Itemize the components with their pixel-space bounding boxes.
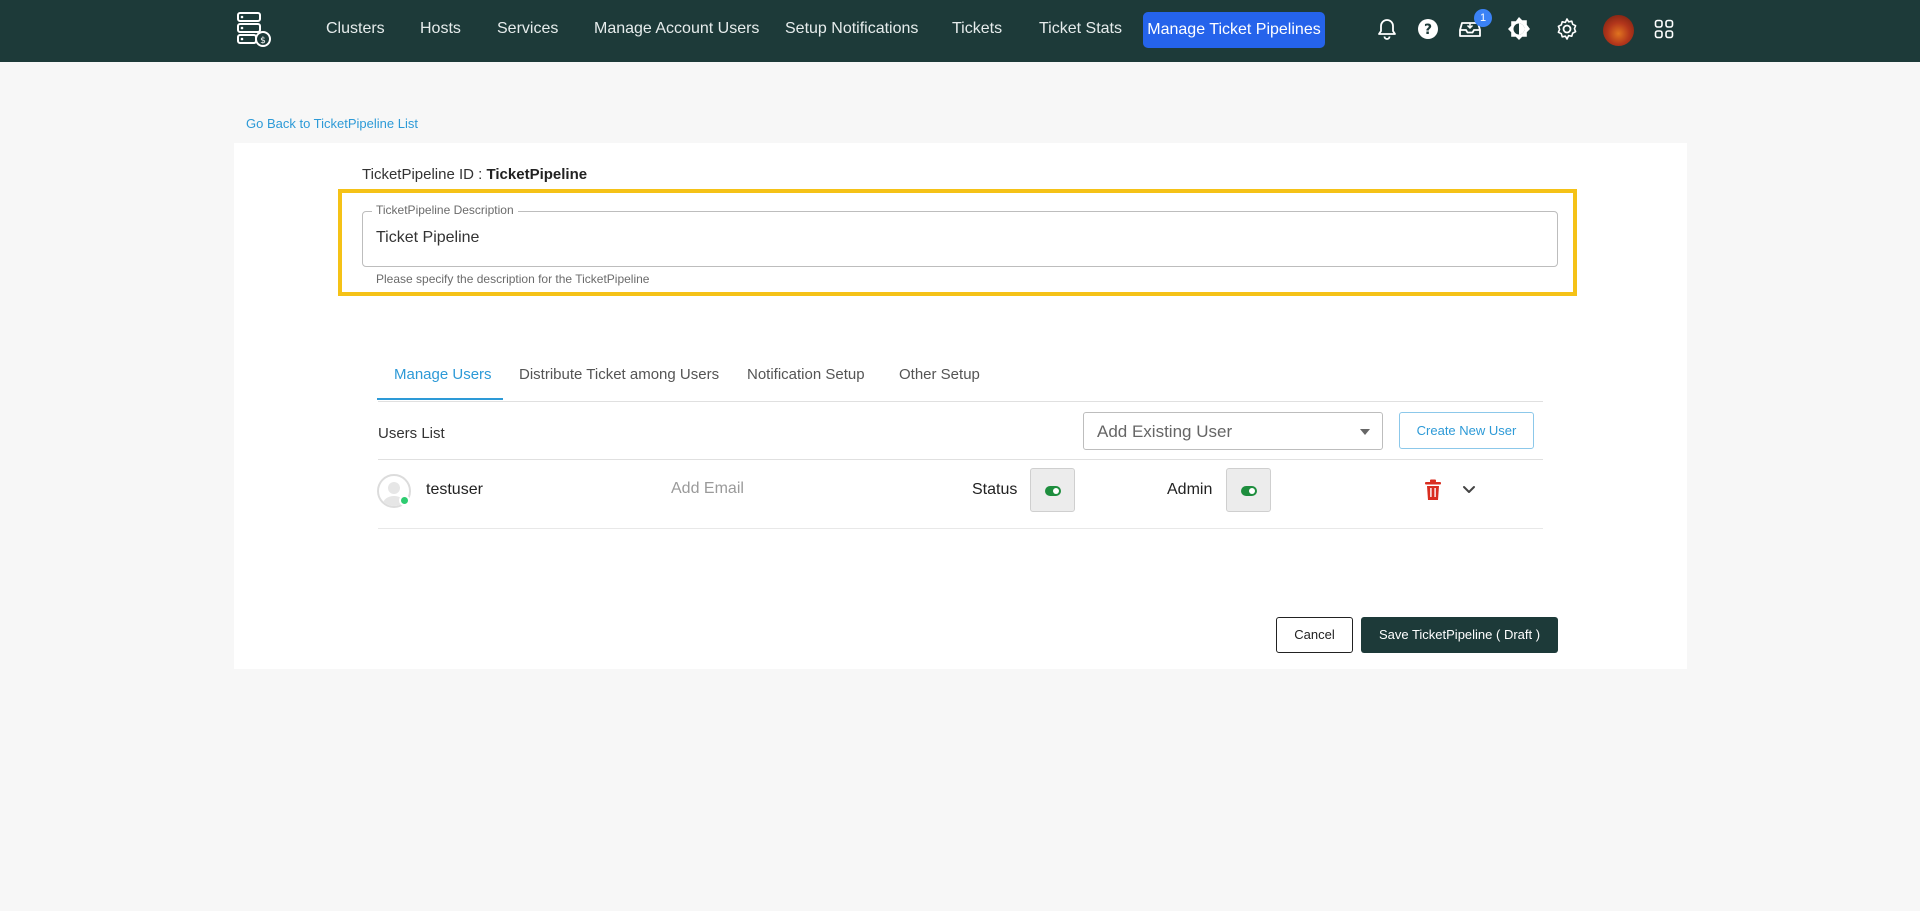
nav-services[interactable]: Services: [497, 18, 558, 40]
nav-clusters[interactable]: Clusters: [326, 18, 385, 40]
bell-icon[interactable]: [1374, 16, 1400, 42]
users-list-title: Users List: [378, 425, 445, 442]
tab-other-setup[interactable]: Other Setup: [899, 366, 980, 383]
settings-icon[interactable]: [1554, 16, 1580, 42]
nav-manage-ticket-pipelines[interactable]: Manage Ticket Pipelines: [1143, 12, 1325, 48]
admin-toggle[interactable]: [1226, 468, 1271, 512]
tab-notification-setup[interactable]: Notification Setup: [747, 366, 865, 383]
top-navbar: $ Clusters Hosts Services Manage Account…: [0, 0, 1920, 62]
back-to-list-link[interactable]: Go Back to TicketPipeline List: [246, 116, 418, 131]
svg-text:$: $: [260, 36, 266, 46]
tab-distribute-ticket[interactable]: Distribute Ticket among Users: [519, 366, 719, 383]
active-tab-indicator: [377, 398, 503, 400]
user-name: testuser: [426, 481, 483, 498]
description-label: TicketPipeline Description: [372, 203, 518, 217]
dropdown-caret-icon: [1360, 429, 1370, 435]
status-toggle[interactable]: [1030, 468, 1075, 512]
admin-label: Admin: [1167, 481, 1213, 498]
pipeline-id: TicketPipeline ID : TicketPipeline: [362, 166, 587, 183]
chevron-down-icon[interactable]: [1460, 482, 1478, 498]
description-value[interactable]: Ticket Pipeline: [376, 229, 479, 247]
apps-grid-icon[interactable]: [1651, 16, 1677, 42]
tabs-divider: [378, 401, 1543, 402]
nav-manage-account-users[interactable]: Manage Account Users: [594, 18, 759, 40]
toggle-on-icon: [1045, 486, 1061, 496]
description-input[interactable]: [362, 211, 1558, 267]
inbox-badge: 1: [1474, 9, 1492, 27]
tab-manage-users[interactable]: Manage Users: [394, 366, 492, 383]
nav-tickets[interactable]: Tickets: [952, 18, 1002, 40]
cancel-button[interactable]: Cancel: [1276, 617, 1353, 653]
add-existing-user-placeholder: Add Existing User: [1097, 422, 1233, 441]
add-existing-user-select[interactable]: Add Existing User: [1083, 412, 1383, 450]
trash-icon[interactable]: [1424, 479, 1442, 501]
app-logo-icon[interactable]: $: [234, 10, 274, 50]
pipeline-id-label: TicketPipeline ID :: [362, 166, 487, 183]
status-label: Status: [972, 481, 1018, 498]
divider: [378, 459, 1543, 460]
nav-hosts[interactable]: Hosts: [420, 18, 461, 40]
help-icon[interactable]: ?: [1415, 16, 1441, 42]
create-new-user-button[interactable]: Create New User: [1399, 412, 1534, 449]
pipeline-id-value: TicketPipeline: [486, 166, 588, 183]
save-draft-button[interactable]: Save TicketPipeline ( Draft ): [1361, 617, 1558, 653]
description-help-text: Please specify the description for the T…: [376, 272, 650, 286]
divider: [378, 528, 1543, 529]
add-email-field[interactable]: Add Email: [671, 480, 744, 498]
svg-text:?: ?: [1424, 22, 1432, 38]
toggle-on-icon: [1241, 486, 1257, 496]
user-avatar[interactable]: [1603, 15, 1634, 46]
online-status-dot: [399, 495, 410, 506]
nav-ticket-stats[interactable]: Ticket Stats: [1039, 18, 1122, 40]
nav-setup-notifications[interactable]: Setup Notifications: [785, 18, 918, 40]
theme-toggle-icon[interactable]: [1506, 16, 1532, 42]
